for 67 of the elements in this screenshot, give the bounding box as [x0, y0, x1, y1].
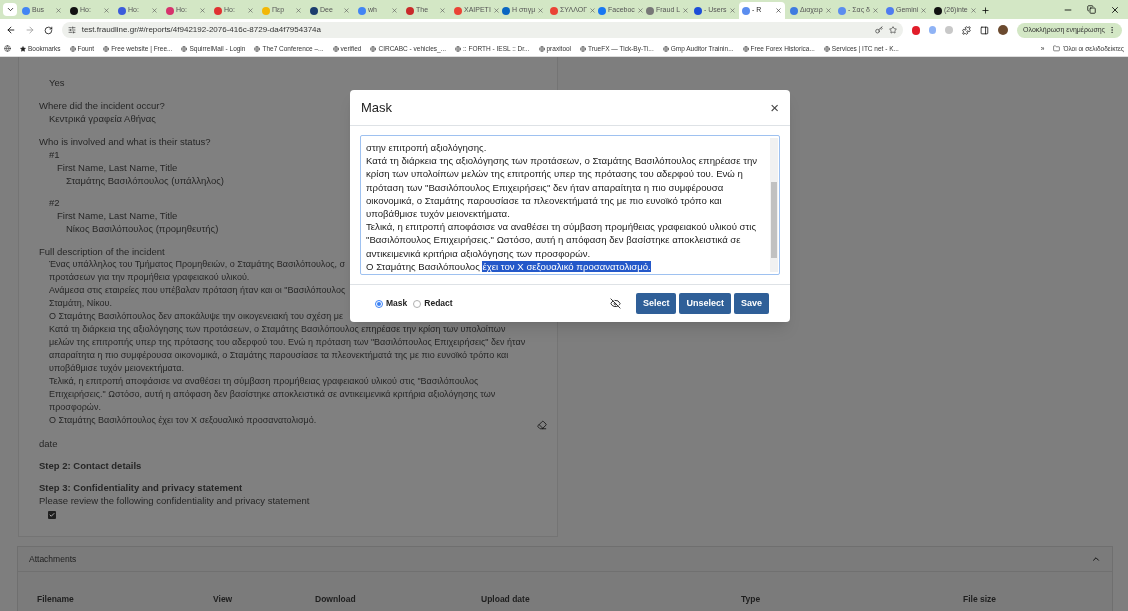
- profile-avatar[interactable]: [998, 25, 1009, 35]
- action-button[interactable]: Select: [635, 293, 677, 314]
- person-index: #1: [48, 148, 60, 161]
- key-icon[interactable]: [874, 26, 883, 34]
- note-text: Please review the following confidentiality and privacy statement: [39, 494, 310, 507]
- close-icon[interactable]: [1110, 5, 1120, 15]
- description-line: απαραίτητα η πιο συμφέρουσα οικονομικά, ο Σταμάτης παρουσίασε τα πλεονεκτήματά της με πιο ευνοϊκό τρόπο και: [48, 349, 509, 362]
- tab-search-icon[interactable]: [3, 3, 17, 16]
- apps-icon[interactable]: [4, 45, 11, 52]
- panel-title: Attachments: [29, 552, 77, 566]
- scrollbar[interactable]: [770, 138, 778, 272]
- question-label: Full description of the incident: [39, 245, 165, 258]
- answer-text: Yes: [48, 76, 65, 89]
- address-bar[interactable]: test.fraudline.gr/#/reports/4f942192-2076-416c-8729-da4f7954374a: [61, 22, 903, 38]
- text-area[interactable]: στην επιτροπή αξιολόγησης. Κατά τη διάρκεια της αξιολόγησης των προτάσεων, ο Σταμάτης Βασιλόπουλος επηρέασε την κρίση των υπολοίπων μελών της επιτροπής υπερ της πρότασης του αδερφού του. Ενώ η πρόταση των "Βασιλόπουλος Επιχειρήσεις" δεν ήταν απαραίτητα η πιο συμφέρουσα οικονομικά, ο Σταμάτης παρουσίασε τα πλεονεκτήματά της με πιο ευνοϊκό τρόπο και υποβάθμισε τυχόν μειονεκτήματα. Τελικά, η επιτροπή αποφάσισε να αναθέσει τη σύμβαση προμήθειας γραφειακού υλικού στις "Βασιλόπουλος Επιχειρήσεις." Ωστόσο, αυτή η απόφαση δεν βασίστηκε αποκλειστικά σε αντικειμενικά κριτήρια αξιολόγησης των προσφορών. Ο Σταμάτης Βασιλόπουλος έχει τον Χ σεξουαλικό προσανατολισμό.: [360, 135, 780, 275]
- description-line: υποβάθμισε τυχόν μειονεκτήματα.: [48, 362, 184, 375]
- question-label: Who is involved and what is their status?: [39, 135, 211, 148]
- side-panel-icon[interactable]: [980, 25, 990, 35]
- description-line: προσφορών.: [48, 401, 101, 414]
- description-line: Κατά τη διάρκεια της αξιολόγησης των προτάσεων, ο Σταμάτης Βασιλόπουλος επηρέασε την κρίση των υπολοίπων: [48, 323, 506, 336]
- column-header: View: [213, 593, 233, 606]
- step-heading: Step 2: Contact details: [39, 459, 142, 472]
- forward-icon[interactable]: [24, 25, 35, 35]
- site-info-icon[interactable]: [67, 26, 76, 34]
- back-icon[interactable]: [6, 25, 16, 35]
- url-text: test.fraudline.gr/#/reports/4f942192-2076-416c-8729-da4f7954374a: [81, 24, 321, 36]
- mode-radio[interactable]: Mask: [375, 297, 408, 310]
- agreement-checkbox[interactable]: [48, 511, 56, 519]
- field-value: Νίκος Βασιλόπουλος (προμηθευτής): [65, 222, 219, 235]
- eraser-icon[interactable]: [537, 420, 547, 430]
- hide-icon[interactable]: [609, 298, 621, 309]
- person-index: #2: [48, 196, 60, 209]
- step-heading: Step 3: Confidentiality and privacy statement: [39, 481, 243, 494]
- column-header: File size: [963, 593, 997, 606]
- field-label: First Name, Last Name, Title: [56, 209, 178, 222]
- question-label: Where did the incident occur?: [39, 99, 165, 112]
- answer-text: Κεντρικά γραφεία Αθήνας: [48, 112, 156, 125]
- restore-icon[interactable]: [1087, 5, 1096, 14]
- column-header: Upload date: [481, 593, 530, 606]
- description-line: Σταμάτη, Νίκου.: [48, 297, 113, 310]
- description-line: Ο Σταμάτης Βασιλόπουλος έχει τον Χ σεξουαλικό προσανατολισμό.: [48, 414, 317, 427]
- description-line: Επιχειρήσεις." Ωστόσο, αυτή η απόφαση δεν βασίστηκε αποκλειστικά σε αντικειμενικά κριτήρια αξιολόγησης των: [48, 388, 496, 401]
- menu-icon[interactable]: [1108, 26, 1116, 34]
- description-line: Τελικά, η επιτροπή αποφάσισε να αναθέσει τη σύμβαση προμήθειας γραφειακού υλικού στις "Βασιλόπουλος: [48, 375, 479, 388]
- description-line: Ανάμεσα στις εταιρείες που υπέβαλαν πρόταση ήταν και οι "Βασιλόπουλος: [48, 284, 346, 297]
- collapse-toggle[interactable]: [1091, 554, 1101, 564]
- field-label: First Name, Last Name, Title: [56, 161, 178, 174]
- field-value: Σταμάτης Βασιλόπουλος (υπάλληλος): [65, 174, 224, 187]
- column-header: Filename: [37, 593, 74, 606]
- description-line: μελών της επιτροπής υπερ της πρότασης του αδερφού του. Ενώ η πρόταση των "Βασιλόπουλος Επιχειρήσεις" δεν ήταν: [48, 336, 526, 349]
- extensions-icon[interactable]: [962, 25, 972, 35]
- action-button[interactable]: Unselect: [679, 293, 731, 314]
- star-icon: [20, 45, 26, 52]
- description-line: Ο Σταμάτης Βασιλόπουλος δεν αποκάλυψε την οικογενειακή του σχέση με: [48, 310, 343, 323]
- column-header: Type: [741, 593, 761, 606]
- bookmark-star-icon[interactable]: [888, 26, 897, 34]
- mode-radio[interactable]: Redact: [413, 297, 453, 310]
- folder-icon: [1053, 45, 1061, 52]
- new-tab-icon[interactable]: [981, 6, 990, 15]
- question-label: date: [39, 437, 58, 450]
- close-button[interactable]: ×: [770, 100, 779, 115]
- reload-icon[interactable]: [43, 25, 53, 35]
- description-line: προτάσεων για την προμήθεια γραφειακού υλικού.: [48, 271, 250, 284]
- description-line: Ένας υπάλληλος του Τμήματος Προμηθειών, ο Σταμάτης Βασιλόπουλος, σ: [48, 258, 346, 271]
- column-header: Download: [315, 593, 356, 606]
- dialog-title: Mask: [361, 98, 393, 117]
- action-button[interactable]: Save: [733, 293, 769, 314]
